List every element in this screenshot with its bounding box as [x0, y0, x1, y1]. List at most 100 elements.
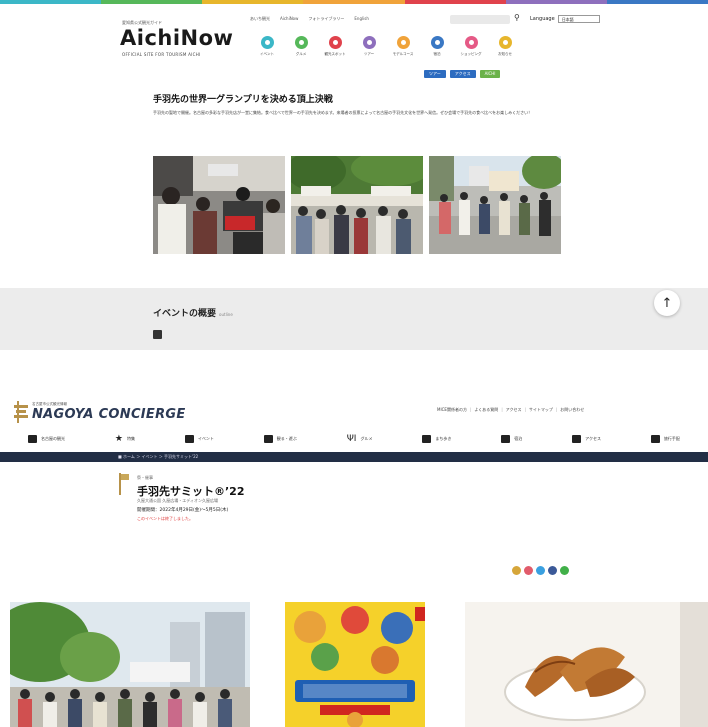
- top-link[interactable]: あいち観光: [250, 16, 270, 22]
- aichi-nav: イベント グルメ 観光スポット ツアー モデルコース 宿泊 ショッピング お知らせ: [252, 36, 520, 57]
- shop-icon: [422, 435, 432, 443]
- logo-name: NAGOYA CONCIERGE: [32, 407, 186, 422]
- overview-section: [0, 288, 708, 350]
- overview-title: イベントの概要: [153, 309, 217, 319]
- share-buttons: [512, 566, 569, 575]
- nav-label: お知らせ: [498, 52, 512, 56]
- nav-item-sightseeing[interactable]: 名古屋の観光: [28, 435, 65, 443]
- category-circle-icon: [362, 36, 376, 49]
- nav-item-access[interactable]: アクセス: [572, 435, 601, 443]
- breadcrumb[interactable]: ■ ホーム ＞ イベント ＞ 手羽先サミット'22: [0, 452, 708, 462]
- nav-label: ショッピング: [460, 52, 482, 56]
- heart-icon[interactable]: [524, 566, 533, 575]
- language-select[interactable]: 日本語: [557, 15, 600, 23]
- nav-label: グルメ: [360, 436, 373, 441]
- badge-link[interactable]: AICHI: [479, 70, 501, 78]
- back-to-top-button[interactable]: ↑: [654, 290, 680, 316]
- bus-icon: [572, 435, 582, 443]
- event-description: 手羽先の聖地で開催。名古屋の多彩な手羽先店が一堂に集結。食べ比べで世界一の手羽先…: [153, 110, 533, 115]
- search-input[interactable]: [450, 15, 510, 24]
- category-circle-icon: [294, 36, 308, 49]
- nav-item-features[interactable]: ★ 特集: [114, 434, 135, 444]
- category-circle-icon: [260, 36, 274, 49]
- cutlery-icon: ΨΙ: [346, 434, 357, 444]
- overview-en: outline: [219, 312, 233, 317]
- nav-label: 宿泊: [433, 52, 441, 56]
- car-icon: [650, 435, 660, 443]
- facebook-icon[interactable]: [548, 566, 557, 575]
- flag-icon: [118, 473, 130, 495]
- language-selector[interactable]: Language 日本語: [530, 15, 600, 23]
- logo-main: AichiNow: [120, 26, 234, 50]
- aichi-nav-item[interactable]: 宿泊: [422, 36, 452, 57]
- aichi-logo[interactable]: 愛知県公式観光ガイド AichiNow OFFICIAL SITE FOR TO…: [112, 12, 242, 64]
- event-photo-1: [153, 156, 285, 254]
- chicken-wings-photo: [465, 602, 708, 727]
- event-photo-3: [429, 156, 561, 254]
- aichi-header: 愛知県公式観光ガイド AichiNow OFFICIAL SITE FOR TO…: [112, 12, 602, 78]
- line-icon[interactable]: [560, 566, 569, 575]
- event-venue: 久屋大通公園 久屋広場・エディオン久屋広場: [137, 498, 218, 503]
- nagoya-nav: 名古屋の観光 ★ 特集 イベント 観る・遊ぶ ΨΙ グルメ まち歩き 宿泊 アクセス…: [0, 427, 708, 451]
- aichi-nav-item[interactable]: モデルコース: [388, 36, 418, 57]
- category-circle-icon: [464, 36, 478, 49]
- nav-label: アクセス: [585, 436, 601, 441]
- rainbow-bar: [0, 0, 708, 4]
- nagoya-logo[interactable]: 名古屋市公式観光情報 NAGOYA CONCIERGE: [14, 401, 186, 423]
- nav-label: 観光スポット: [324, 52, 346, 56]
- nav-label: 宿泊: [514, 436, 523, 441]
- category-circle-icon: [396, 36, 410, 49]
- nav-label: 旅行手配: [663, 436, 680, 441]
- star-icon: ★: [114, 434, 123, 444]
- aichi-nav-item[interactable]: イベント: [252, 36, 282, 57]
- nagoya-top-links: MICE関係者の方 よくある質問 アクセス サイトマップ お問い合わせ: [437, 407, 584, 413]
- arrow-up-icon: ↑: [661, 295, 673, 311]
- badge-link[interactable]: アクセス: [449, 70, 476, 78]
- calendar-icon: [184, 435, 194, 443]
- category-circle-icon: [328, 36, 342, 49]
- aichi-nav-item[interactable]: グルメ: [286, 36, 316, 57]
- nav-item-stay[interactable]: 宿泊: [501, 435, 522, 443]
- logo-sub: OFFICIAL SITE FOR TOURISM AICHI: [122, 52, 201, 57]
- nav-item-gourmet[interactable]: ΨΙ グルメ: [346, 434, 373, 444]
- aichi-badges: ツアー アクセス AICHI: [424, 70, 501, 78]
- nav-item-events[interactable]: イベント: [184, 435, 214, 443]
- nav-item-travel[interactable]: 旅行手配: [650, 435, 680, 443]
- top-link[interactable]: AichiNow: [280, 16, 298, 22]
- overview-heading: イベントの概要 outline: [153, 306, 233, 319]
- top-link[interactable]: MICE関係者の方: [437, 407, 467, 413]
- badge-link[interactable]: ツアー: [424, 70, 446, 78]
- search-icon[interactable]: ⚲: [514, 13, 520, 22]
- nav-label: 観る・遊ぶ: [276, 436, 297, 441]
- event-headline: 手羽先の世界一グランプリを決める頂上決戦: [153, 95, 333, 105]
- aichi-nav-item[interactable]: ツアー: [354, 36, 384, 57]
- top-link[interactable]: よくある質問: [470, 407, 498, 413]
- category-circle-icon: [498, 36, 512, 49]
- nav-item-walk[interactable]: まち歩き: [422, 435, 451, 443]
- aichi-nav-item[interactable]: ショッピング: [456, 36, 486, 57]
- top-link[interactable]: English: [354, 16, 368, 22]
- overview-marker: [153, 330, 162, 339]
- top-link[interactable]: お問い合わせ: [556, 407, 584, 413]
- nav-label: まち歩き: [435, 436, 452, 441]
- nav-label: 名古屋の観光: [41, 436, 65, 441]
- bookmark-icon[interactable]: [512, 566, 521, 575]
- event-photo-2: [291, 156, 423, 254]
- twitter-icon[interactable]: [536, 566, 545, 575]
- aichi-nav-item[interactable]: お知らせ: [490, 36, 520, 57]
- nav-label: ツアー: [363, 52, 375, 56]
- event-photo-park: [10, 602, 250, 727]
- nav-label: イベント: [197, 436, 214, 441]
- top-link[interactable]: サイトマップ: [524, 407, 553, 413]
- bed-icon: [501, 435, 511, 443]
- page: 愛知県公式観光ガイド AichiNow OFFICIAL SITE FOR TO…: [0, 0, 708, 727]
- nav-label: モデルコース: [392, 52, 414, 56]
- nav-item-play[interactable]: 観る・遊ぶ: [263, 435, 297, 443]
- category-circle-icon: [430, 36, 444, 49]
- event-date: 開催期間：2022年4月29日(金)〜5月5日(木): [137, 508, 229, 513]
- aichi-nav-item[interactable]: 観光スポット: [320, 36, 350, 57]
- top-link[interactable]: フォトライブラリー: [308, 16, 344, 22]
- top-link[interactable]: アクセス: [501, 407, 522, 413]
- building-icon: [28, 435, 37, 443]
- aichi-now-page: 愛知県公式観光ガイド AichiNow OFFICIAL SITE FOR TO…: [0, 0, 708, 350]
